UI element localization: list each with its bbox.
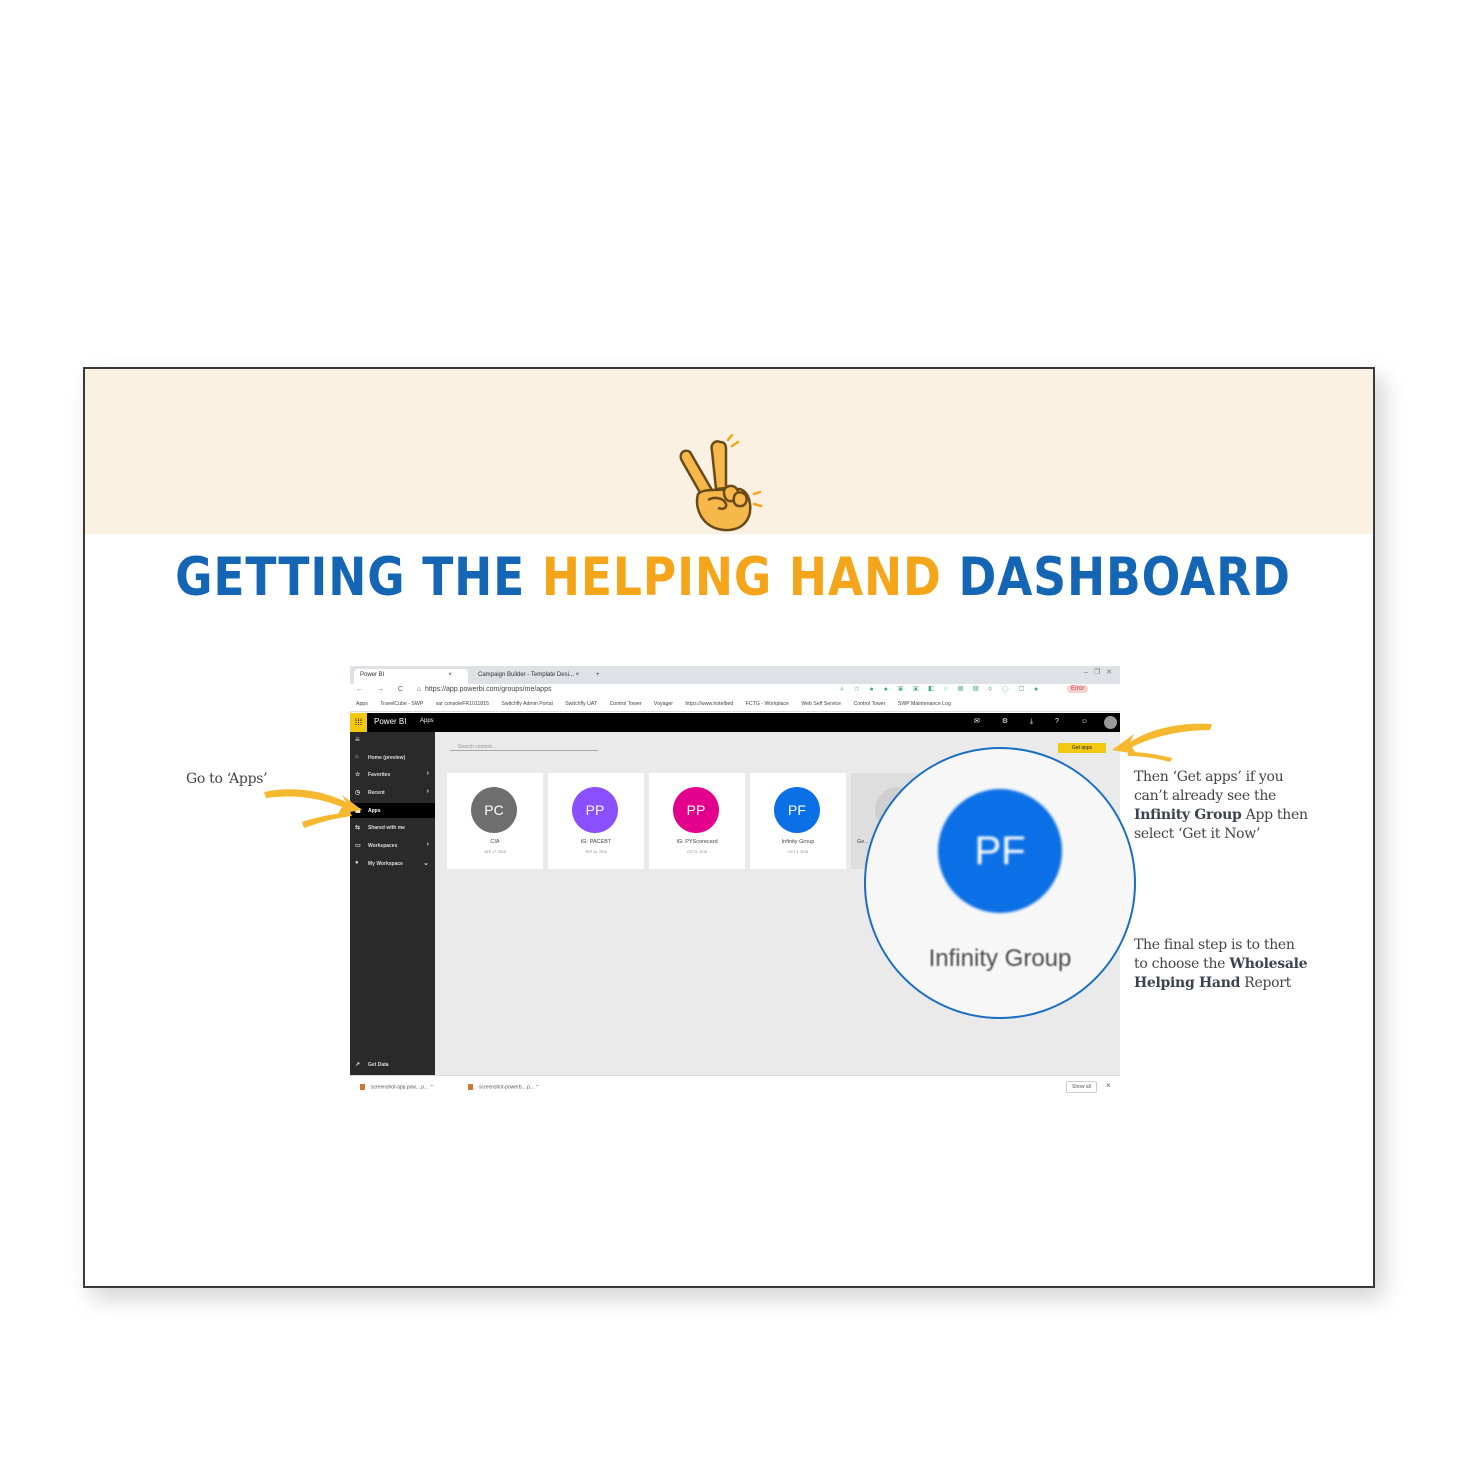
page-title: GETTING THE HELPING HAND DASHBOARD	[175, 547, 1290, 608]
show-all-button[interactable]: Show all	[1066, 1081, 1097, 1093]
bookmark-item[interactable]: Apps	[356, 701, 368, 707]
workspace-icon: ▭	[355, 843, 361, 849]
bookmark-item[interactable]: Switchfly Admin Portal	[501, 701, 552, 707]
chevron-down-icon: ⌄	[423, 860, 429, 867]
file-icon	[468, 1084, 473, 1090]
annotation-text: Then ‘Get apps’ if you can’t already see…	[1134, 769, 1284, 804]
workspace-avatar-icon: ●	[355, 860, 359, 866]
bookmark-item[interactable]: https://www.hotelbed	[685, 701, 733, 707]
nav-item-favorites[interactable]: ☆ Favorites ›	[350, 767, 435, 782]
powerbi-header: ⁞⁞⁞ Power BI Apps ✉ ⚙ ⤓ ? ☺	[350, 713, 1120, 732]
browser-nav-buttons[interactable]: ← → C ⌂	[356, 686, 427, 693]
app-name: IG: PACEBT	[580, 839, 612, 845]
address-bar: ← → C ⌂ https://app.powerbi.com/groups/m…	[350, 684, 1120, 698]
app-avatar: PC	[471, 787, 517, 833]
search-input[interactable]: Search content...	[450, 744, 598, 751]
app-date: OCT 5, 2018	[687, 850, 707, 854]
victory-hand-icon	[679, 434, 763, 532]
bookmarks-bar: Apps TravelCube - SWP var consoleFR10118…	[350, 698, 1120, 712]
nav-label: Apps	[368, 808, 381, 814]
app-avatar: PF	[774, 787, 820, 833]
breadcrumb[interactable]: Apps	[420, 718, 434, 724]
bookmark-item[interactable]: var consoleFR1011815	[436, 701, 489, 707]
curved-arrow-icon	[264, 789, 362, 828]
tab-close-icon[interactable]: ×	[448, 672, 452, 678]
star-icon: ☆	[355, 772, 361, 778]
app-card-cia[interactable]: PC CIA SEP 17, 2018	[447, 773, 543, 869]
app-name: IG: PYScorecard	[676, 839, 718, 845]
nav-label: Get Data	[368, 1062, 389, 1068]
nav-item-home[interactable]: ⌂ Home (preview)	[350, 750, 435, 765]
bookmark-item[interactable]: Switchfly UAT	[565, 701, 597, 707]
nav-item-workspaces[interactable]: ▭ Workspaces ›	[350, 838, 435, 853]
nav-label: Recent	[368, 790, 385, 796]
get-apps-button[interactable]: Get apps	[1058, 743, 1106, 753]
annotation-text: Report	[1240, 975, 1291, 991]
nav-label: Favorites	[368, 772, 391, 778]
nav-item-get-data[interactable]: ↗ Get Data	[350, 1057, 435, 1072]
magnified-app-name: Infinity Group	[928, 945, 1072, 972]
annotation-go-to-apps: Go to ‘Apps’	[186, 771, 268, 787]
hamburger-icon[interactable]: ≡	[355, 735, 360, 744]
nav-label: Shared with me	[368, 825, 405, 831]
download-item[interactable]: screenshot-app.pow....p... ⌃	[360, 1084, 434, 1090]
browser-tab-powerbi[interactable]: Power BI ×	[354, 669, 468, 684]
chevron-right-icon: ›	[426, 841, 429, 848]
bookmark-item[interactable]: TravelCube - SWP	[380, 701, 423, 707]
nav-label: My Workspace	[368, 861, 403, 867]
annotation-get-apps: Then ‘Get apps’ if you can’t already see…	[1134, 768, 1314, 844]
app-card-pacebt[interactable]: PP IG: PACEBT SEP 14, 2018	[548, 773, 644, 869]
app-card-pyscorecard[interactable]: PP IG: PYScorecard OCT 5, 2018	[649, 773, 745, 869]
app-date: SEP 17, 2018	[484, 850, 506, 854]
app-card-infinity-group[interactable]: PF Infinity Group OCT 9, 2018	[750, 773, 846, 869]
bookmark-item[interactable]: Control Tower	[854, 701, 886, 707]
download-label: screenshot-app.pow....p...	[371, 1084, 429, 1091]
bookmark-item[interactable]: Web Self Service	[801, 701, 841, 707]
browser-tab-bar: Power BI × Campaign Builder - Template De…	[350, 666, 1120, 684]
nav-label: Home (preview)	[368, 755, 406, 761]
nav-item-my-workspace[interactable]: ● My Workspace ⌄	[350, 856, 435, 871]
annotation-final-step: The final step is to then to choose the …	[1134, 936, 1309, 993]
window-controls[interactable]: – ❐ ✕	[1084, 668, 1114, 676]
title-part-2: DASHBOARD	[941, 547, 1291, 608]
bookmark-item[interactable]: Voyager	[654, 701, 673, 707]
chevron-right-icon: ›	[426, 788, 429, 795]
app-date: SEP 14, 2018	[585, 850, 607, 854]
bookmark-item[interactable]: FCTG - Workplace	[746, 701, 789, 707]
powerbi-brand[interactable]: Power BI	[374, 717, 406, 726]
curved-arrow-icon	[1112, 723, 1212, 762]
close-icon[interactable]: ×	[1106, 1081, 1111, 1090]
app-avatar: PP	[673, 787, 719, 833]
file-icon	[360, 1084, 365, 1090]
url-field[interactable]: https://app.powerbi.com/groups/me/apps	[425, 686, 551, 693]
app-name: CIA	[490, 839, 500, 845]
download-label: screenshot-powerb....p...	[479, 1084, 535, 1091]
app-avatar: PP	[572, 787, 618, 833]
app-launcher-icon[interactable]: ⁞⁞⁞	[350, 713, 367, 732]
title-part-1: GETTING THE	[175, 547, 542, 608]
bookmark-item[interactable]: SWP Maintenance Log	[898, 701, 951, 707]
magnified-app-avatar: PF	[938, 789, 1062, 913]
nav-label: Workspaces	[368, 843, 398, 849]
tab-label: Power BI	[360, 672, 385, 678]
bookmark-item[interactable]: Control Tower	[610, 701, 642, 707]
header-action-icons[interactable]: ✉ ⚙ ⤓ ? ☺	[974, 717, 1098, 726]
download-item[interactable]: screenshot-powerb....p... ⌃	[468, 1084, 540, 1090]
extension-icons[interactable]: ⌕ ☆ ● ● ▣ ▣ ◧ ○ ▤ ▥ ⚲ ◇ ▢ ●	[840, 686, 1042, 694]
app-name: Infinity Group	[781, 839, 815, 845]
magnifier-callout: PF Infinity Group	[864, 747, 1136, 1019]
browser-tab-campaign[interactable]: Campaign Builder - Template Desi... ×	[472, 669, 586, 684]
annotation-bold: Infinity Group	[1134, 807, 1242, 823]
error-chip[interactable]: Error	[1067, 685, 1089, 693]
home-icon: ⌂	[355, 754, 359, 760]
download-bar: screenshot-app.pow....p... ⌃ screenshot-…	[350, 1075, 1120, 1098]
chevron-right-icon: ›	[426, 770, 429, 777]
tab-label: Campaign Builder - Template Desi...	[478, 672, 574, 678]
app-date: OCT 9, 2018	[788, 850, 808, 854]
new-tab-button[interactable]: +	[590, 669, 606, 684]
arrow-up-right-icon: ↗	[355, 1062, 361, 1068]
tab-close-icon[interactable]: ×	[576, 672, 580, 678]
title-highlight: HELPING HAND	[541, 547, 942, 608]
